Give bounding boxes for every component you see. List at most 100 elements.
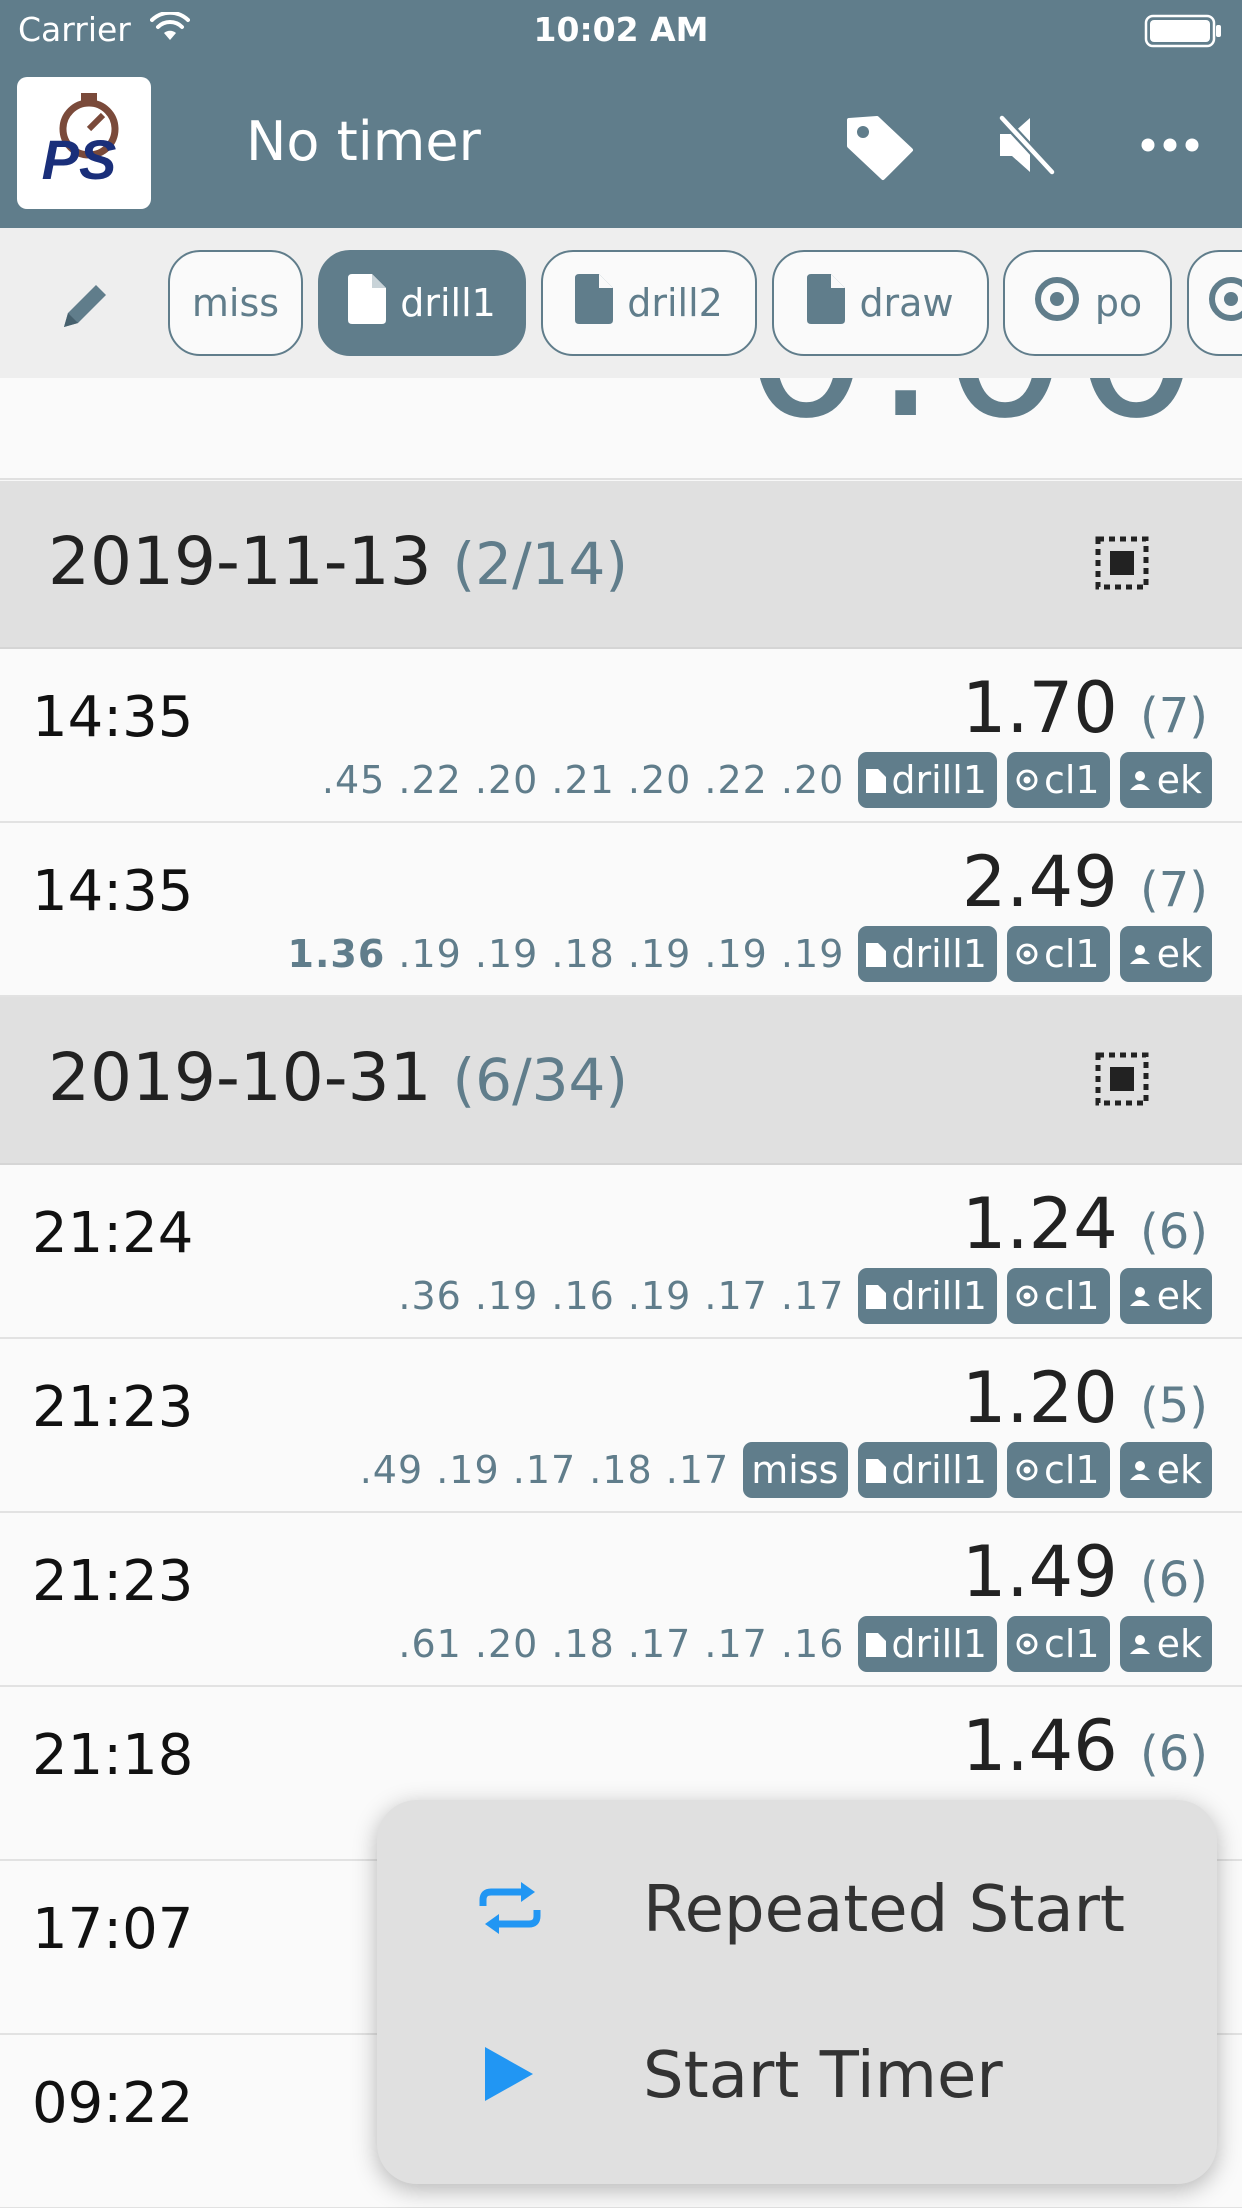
- tag-course: cl1: [1006, 926, 1110, 982]
- person-icon: [1129, 945, 1150, 964]
- tag-icon[interactable]: [843, 112, 917, 186]
- split-times: .49 .19 .17 .18 .17: [359, 1448, 730, 1492]
- row-time: 14:35: [32, 859, 194, 924]
- row-time: 21:23: [32, 1549, 194, 1614]
- status-time: 10:02 AM: [533, 10, 709, 49]
- stopwatch-logo-icon: PS: [42, 93, 119, 191]
- menu-label: Start Timer: [643, 2039, 1003, 2113]
- edit-icon[interactable]: [58, 277, 114, 337]
- file-icon: [866, 1633, 887, 1657]
- row-time: 09:22: [32, 2071, 194, 2136]
- select-all-icon[interactable]: [1094, 535, 1150, 595]
- menu-label: Repeated Start: [643, 1873, 1125, 1947]
- target-icon: [1016, 1459, 1038, 1481]
- menu-item-start-timer[interactable]: Start Timer: [377, 1996, 1217, 2156]
- tag-drill: drill1: [858, 752, 997, 808]
- day-count: (6/34): [452, 1046, 629, 1114]
- app-logo[interactable]: PS: [17, 77, 151, 209]
- row-details: 1.36 .19 .19 .18 .19 .19 .19 drill1 cl1 …: [288, 926, 1212, 982]
- row-time: 14:35: [32, 685, 194, 750]
- target-icon: [1016, 1633, 1038, 1655]
- status-bar: Carrier 10:02 AM: [0, 0, 1242, 60]
- chip-label: miss: [191, 281, 280, 325]
- shot-count: (6): [1140, 1726, 1208, 1782]
- tag-course: cl1: [1006, 1616, 1110, 1672]
- row-details: .61 .20 .18 .17 .17 .16 drill1 cl1 ek: [398, 1616, 1212, 1672]
- row-total: 2.49 (7): [961, 841, 1208, 923]
- row-time: 21:23: [32, 1375, 194, 1440]
- app-root: Carrier 10:02 AM PS No timer miss drill1…: [0, 0, 1242, 2208]
- session-row[interactable]: 21:24 1.24 (6) .36 .19 .16 .19 .17 .17 d…: [0, 1165, 1242, 1339]
- menu-item-repeated-start[interactable]: Repeated Start: [377, 1830, 1217, 1990]
- row-time: 17:07: [32, 1897, 194, 1962]
- day-date: 2019-10-31 (6/34): [48, 1039, 629, 1116]
- file-icon: [575, 273, 614, 333]
- chip-label: drill1: [400, 281, 496, 325]
- day-date: 2019-11-13 (2/14): [48, 523, 629, 600]
- tag-course: cl1: [1006, 1268, 1110, 1324]
- tag-drill: drill1: [858, 926, 997, 982]
- chip-drill1[interactable]: drill1: [318, 250, 526, 356]
- shot-count: (6): [1140, 1552, 1208, 1608]
- start-menu-popup: Repeated Start Start Timer: [377, 1800, 1217, 2184]
- chip-draw[interactable]: draw: [772, 250, 989, 356]
- tag-drill: drill1: [858, 1268, 997, 1324]
- tag-shooter: ek: [1119, 926, 1212, 982]
- row-total: 1.24 (6): [961, 1183, 1208, 1265]
- app-bar: Carrier 10:02 AM PS No timer: [0, 0, 1242, 228]
- row-total: 1.70 (7): [961, 667, 1208, 749]
- row-details: .49 .19 .17 .18 .17 miss drill1 cl1 ek: [360, 1442, 1212, 1498]
- more-icon[interactable]: [1140, 136, 1200, 158]
- person-icon: [1129, 1287, 1150, 1306]
- target-icon: [1016, 769, 1038, 791]
- file-icon: [866, 1459, 887, 1483]
- play-icon: [477, 2043, 539, 2109]
- split-times: .61 .20 .18 .17 .17 .16: [398, 1622, 845, 1666]
- chip-miss[interactable]: miss: [168, 250, 303, 356]
- person-icon: [1129, 1461, 1150, 1480]
- session-row[interactable]: 21:23 1.49 (6) .61 .20 .18 .17 .17 .16 d…: [0, 1513, 1242, 1687]
- chip-label: drill2: [627, 281, 723, 325]
- row-time: 21:18: [32, 1723, 194, 1788]
- split-times: .36 .19 .16 .19 .17 .17: [398, 1274, 845, 1318]
- tag-course: cl1: [1006, 752, 1110, 808]
- target-icon: [1033, 275, 1081, 332]
- shot-count: (7): [1140, 862, 1208, 918]
- person-icon: [1129, 771, 1150, 790]
- filter-chip-row: miss drill1 drill2 draw po: [0, 228, 1242, 378]
- row-details: .36 .19 .16 .19 .17 .17 drill1 cl1 ek: [398, 1268, 1212, 1324]
- chip-partial[interactable]: [1187, 250, 1242, 356]
- tag-shooter: ek: [1119, 1268, 1212, 1324]
- chip-label: draw: [859, 281, 954, 325]
- page-title: No timer: [246, 110, 481, 173]
- split-times: .45 .22 .20 .21 .20 .22 .20: [321, 758, 845, 802]
- chip-label: po: [1094, 281, 1143, 325]
- file-icon: [866, 769, 887, 793]
- target-icon: [1016, 943, 1038, 965]
- tag-drill: drill1: [858, 1442, 997, 1498]
- shot-count: (5): [1140, 1378, 1208, 1434]
- day-header[interactable]: 2019-10-31 (6/34): [0, 997, 1242, 1165]
- day-header[interactable]: 2019-11-13 (2/14): [0, 481, 1242, 649]
- target-icon: [1016, 1285, 1038, 1307]
- tag-shooter: ek: [1119, 1442, 1212, 1498]
- file-icon: [807, 273, 846, 333]
- tag-course: cl1: [1006, 1442, 1110, 1498]
- battery-icon: [1144, 14, 1224, 52]
- session-row[interactable]: 14:35 2.49 (7) 1.36 .19 .19 .18 .19 .19 …: [0, 823, 1242, 997]
- volume-off-icon[interactable]: [996, 112, 1058, 182]
- row-total: 1.49 (6): [961, 1531, 1208, 1613]
- person-icon: [1129, 1635, 1150, 1654]
- tag-shooter: ek: [1119, 752, 1212, 808]
- shot-count: (6): [1140, 1204, 1208, 1260]
- session-row[interactable]: 21:23 1.20 (5) .49 .19 .17 .18 .17 miss …: [0, 1339, 1242, 1513]
- timer-display: 0.00: [0, 378, 1242, 480]
- first-split: 1.36: [287, 932, 386, 976]
- chip-drill2[interactable]: drill2: [541, 250, 757, 356]
- select-all-icon[interactable]: [1094, 1051, 1150, 1111]
- file-icon: [348, 273, 387, 333]
- file-icon: [866, 943, 887, 967]
- split-times: 1.36 .19 .19 .18 .19 .19 .19: [287, 932, 845, 976]
- session-row[interactable]: 14:35 1.70 (7) .45 .22 .20 .21 .20 .22 .…: [0, 649, 1242, 823]
- chip-po[interactable]: po: [1003, 250, 1172, 356]
